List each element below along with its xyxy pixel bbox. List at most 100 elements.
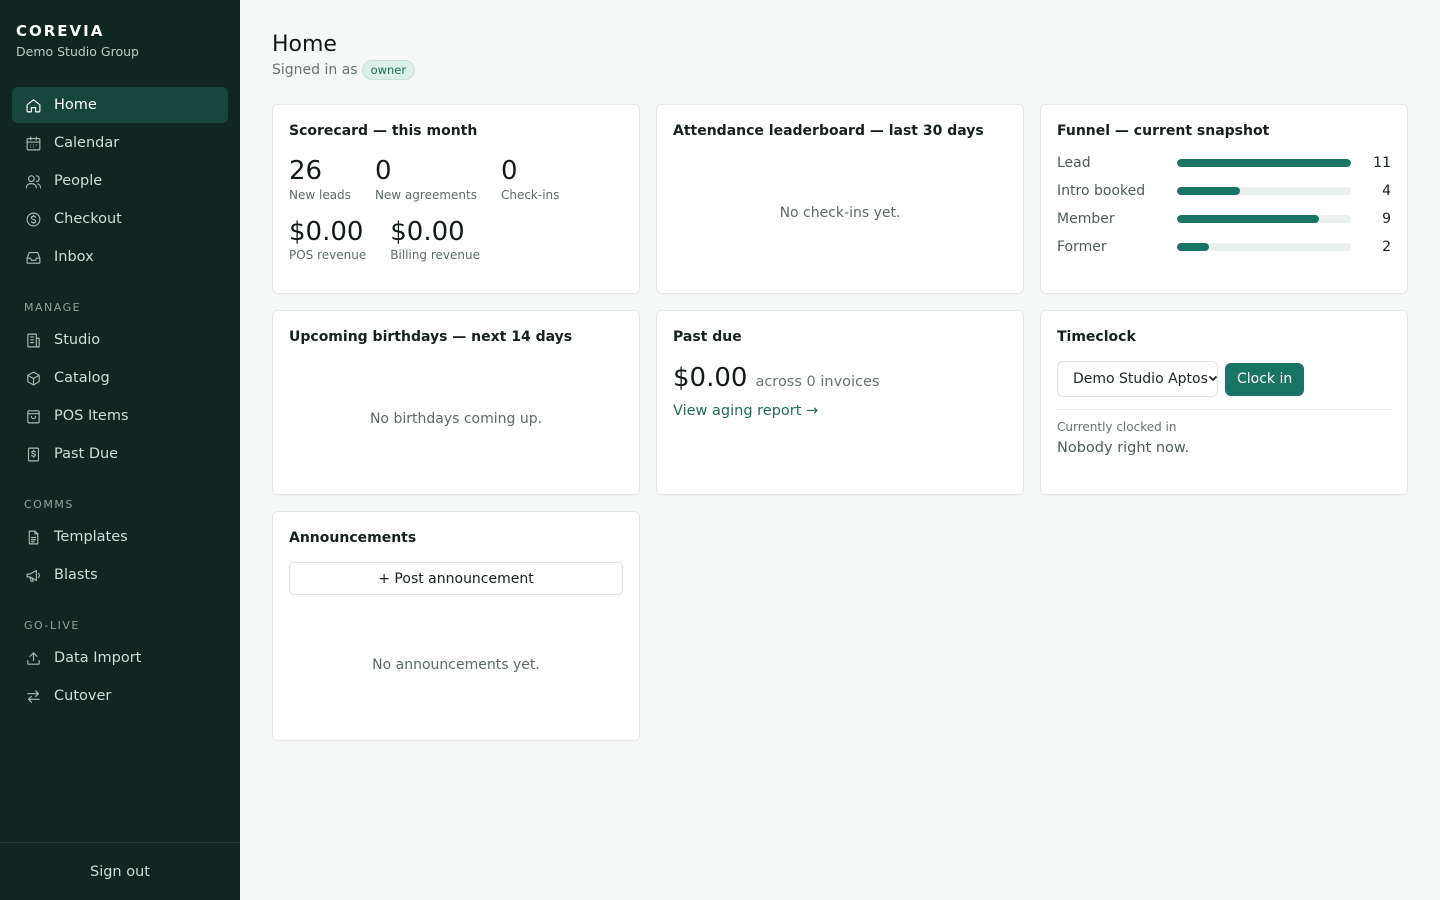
scorecard-stats-row: 26 New leads 0 New agreements 0 Check-in… xyxy=(289,157,623,202)
sign-out-button[interactable]: Sign out xyxy=(90,864,150,880)
card-title: Funnel — current snapshot xyxy=(1057,123,1270,139)
stat-check-ins: 0 Check-ins xyxy=(501,157,559,202)
card-title: Past due xyxy=(673,329,742,345)
building-icon xyxy=(24,331,42,349)
sidebar-item-label: Checkout xyxy=(54,211,122,227)
home-icon xyxy=(24,96,42,114)
funnel-bar-fill xyxy=(1177,215,1320,223)
sidebar-item-templates[interactable]: Templates xyxy=(12,519,228,555)
stat-value: $0.00 xyxy=(390,216,465,247)
funnel-bar-track xyxy=(1177,215,1351,223)
upload-icon xyxy=(24,649,42,667)
attendance-card: Attendance leaderboard — last 30 days No… xyxy=(656,104,1024,294)
sidebar-footer: Sign out xyxy=(0,842,240,900)
sidebar-item-checkout[interactable]: Checkout xyxy=(12,201,228,237)
inbox-icon xyxy=(24,248,42,266)
funnel-label: Former xyxy=(1057,239,1107,255)
past-due-card: Past due $0.00 across 0 invoices View ag… xyxy=(656,310,1024,495)
sidebar-item-home[interactable]: Home xyxy=(12,87,228,123)
sidebar-item-label: Calendar xyxy=(54,135,120,151)
scorecard-revenue-row: $0.00 POS revenue $0.00 Billing revenue xyxy=(289,216,623,263)
box-icon xyxy=(24,369,42,387)
post-announcement-button[interactable]: + Post announcement xyxy=(289,562,623,595)
sidebar-item-label: Home xyxy=(54,97,97,113)
signed-in-label: Signed in as xyxy=(272,62,358,78)
sidebar-item-inbox[interactable]: Inbox xyxy=(12,239,228,275)
megaphone-icon xyxy=(24,566,42,584)
sidebar-item-label: People xyxy=(54,173,103,189)
sidebar: COREVIA Demo Studio Group Home Calendar … xyxy=(0,0,240,900)
signed-in-row: Signed in as owner xyxy=(272,60,1408,80)
stat-billing-revenue: $0.00 Billing revenue xyxy=(390,216,480,263)
funnel-count: 4 xyxy=(1382,183,1391,199)
funnel-row: Lead 11 xyxy=(1057,149,1391,177)
sidebar-item-data-import[interactable]: Data Import xyxy=(12,640,228,676)
timeclock-card: Timeclock Demo Studio Aptos Clock in Cur… xyxy=(1040,310,1408,495)
role-badge: owner xyxy=(361,60,416,80)
funnel-count: 2 xyxy=(1382,239,1391,255)
sidebar-item-catalog[interactable]: Catalog xyxy=(12,360,228,396)
stat-pos-revenue: $0.00 POS revenue xyxy=(289,216,366,262)
card-title: Timeclock xyxy=(1057,329,1136,345)
sidebar-item-studio[interactable]: Studio xyxy=(12,322,228,358)
brand: COREVIA Demo Studio Group xyxy=(0,0,240,59)
sidebar-item-blasts[interactable]: Blasts xyxy=(12,557,228,593)
sidebar-item-label: Catalog xyxy=(54,370,110,386)
sidebar-item-label: POS Items xyxy=(54,408,129,424)
stat-label: Check-ins xyxy=(500,187,560,202)
funnel-label: Member xyxy=(1057,211,1115,227)
card-title: Announcements xyxy=(289,530,417,546)
sidebar-item-label: Cutover xyxy=(54,688,112,704)
sidebar-nav: Home Calendar People Checkout Inbox MANA… xyxy=(0,59,240,716)
calendar-icon xyxy=(24,134,42,152)
stat-value: $0.00 xyxy=(289,216,364,247)
timeclock-controls: Demo Studio Aptos Clock in xyxy=(1057,361,1391,410)
invoice-dollar-icon xyxy=(24,445,42,463)
sidebar-item-past-due[interactable]: Past Due xyxy=(12,436,228,472)
funnel-card: Funnel — current snapshot Lead 11 Intro … xyxy=(1040,104,1408,294)
page-title: Home xyxy=(272,32,337,57)
stat-new-leads: 26 New leads xyxy=(289,157,351,202)
sidebar-item-people[interactable]: People xyxy=(12,163,228,199)
section-label-comms: COMMS xyxy=(24,498,74,511)
stat-value: 0 xyxy=(500,156,518,186)
scorecard-card: Scorecard — this month 26 New leads 0 Ne… xyxy=(272,104,640,294)
section-label-golive: GO-LIVE xyxy=(24,619,80,632)
funnel-bar-track xyxy=(1177,159,1351,167)
brand-name: COREVIA xyxy=(16,22,105,40)
funnel-bar-track xyxy=(1177,243,1351,251)
location-select-value: Demo Studio Aptos xyxy=(1073,371,1208,387)
document-icon xyxy=(24,528,42,546)
funnel-rows: Lead 11 Intro booked 4 Member 9 Former 2 xyxy=(1057,149,1391,261)
stat-value: 26 xyxy=(289,156,323,186)
sidebar-item-label: Data Import xyxy=(54,650,142,666)
sidebar-item-pos-items[interactable]: POS Items xyxy=(12,398,228,434)
card-title: Upcoming birthdays — next 14 days xyxy=(289,329,573,345)
funnel-bar-fill xyxy=(1177,159,1351,167)
funnel-count: 11 xyxy=(1373,155,1391,171)
main-content: Home Signed in as owner Scorecard — this… xyxy=(240,0,1440,900)
view-aging-report-link[interactable]: View aging report → xyxy=(673,403,818,419)
clocked-in-caption: Currently clocked in xyxy=(1057,420,1177,434)
section-label-manage: MANAGE xyxy=(24,301,82,314)
sidebar-item-calendar[interactable]: Calendar xyxy=(12,125,228,161)
sidebar-item-label: Blasts xyxy=(54,567,98,583)
sidebar-item-cutover[interactable]: Cutover xyxy=(12,678,228,714)
card-title: Scorecard — this month xyxy=(289,123,478,139)
stat-label: Billing revenue xyxy=(390,248,480,263)
people-icon xyxy=(24,172,42,190)
empty-message: No birthdays coming up. xyxy=(369,411,543,427)
funnel-row: Member 9 xyxy=(1057,205,1391,233)
clock-in-button[interactable]: Clock in xyxy=(1225,362,1305,396)
dashboard-grid: Scorecard — this month 26 New leads 0 Ne… xyxy=(272,104,1408,741)
funnel-row: Former 2 xyxy=(1057,233,1391,261)
org-name: Demo Studio Group xyxy=(16,44,139,59)
location-select[interactable]: Demo Studio Aptos xyxy=(1057,361,1218,397)
past-due-amount-row: $0.00 across 0 invoices xyxy=(673,363,1007,393)
empty-message: No check-ins yet. xyxy=(779,205,901,221)
past-due-amount: $0.00 xyxy=(673,363,748,393)
funnel-label: Lead xyxy=(1057,155,1091,171)
swap-arrows-icon xyxy=(24,687,42,705)
chevron-down-icon xyxy=(1208,371,1217,387)
sidebar-item-label: Studio xyxy=(54,332,101,348)
